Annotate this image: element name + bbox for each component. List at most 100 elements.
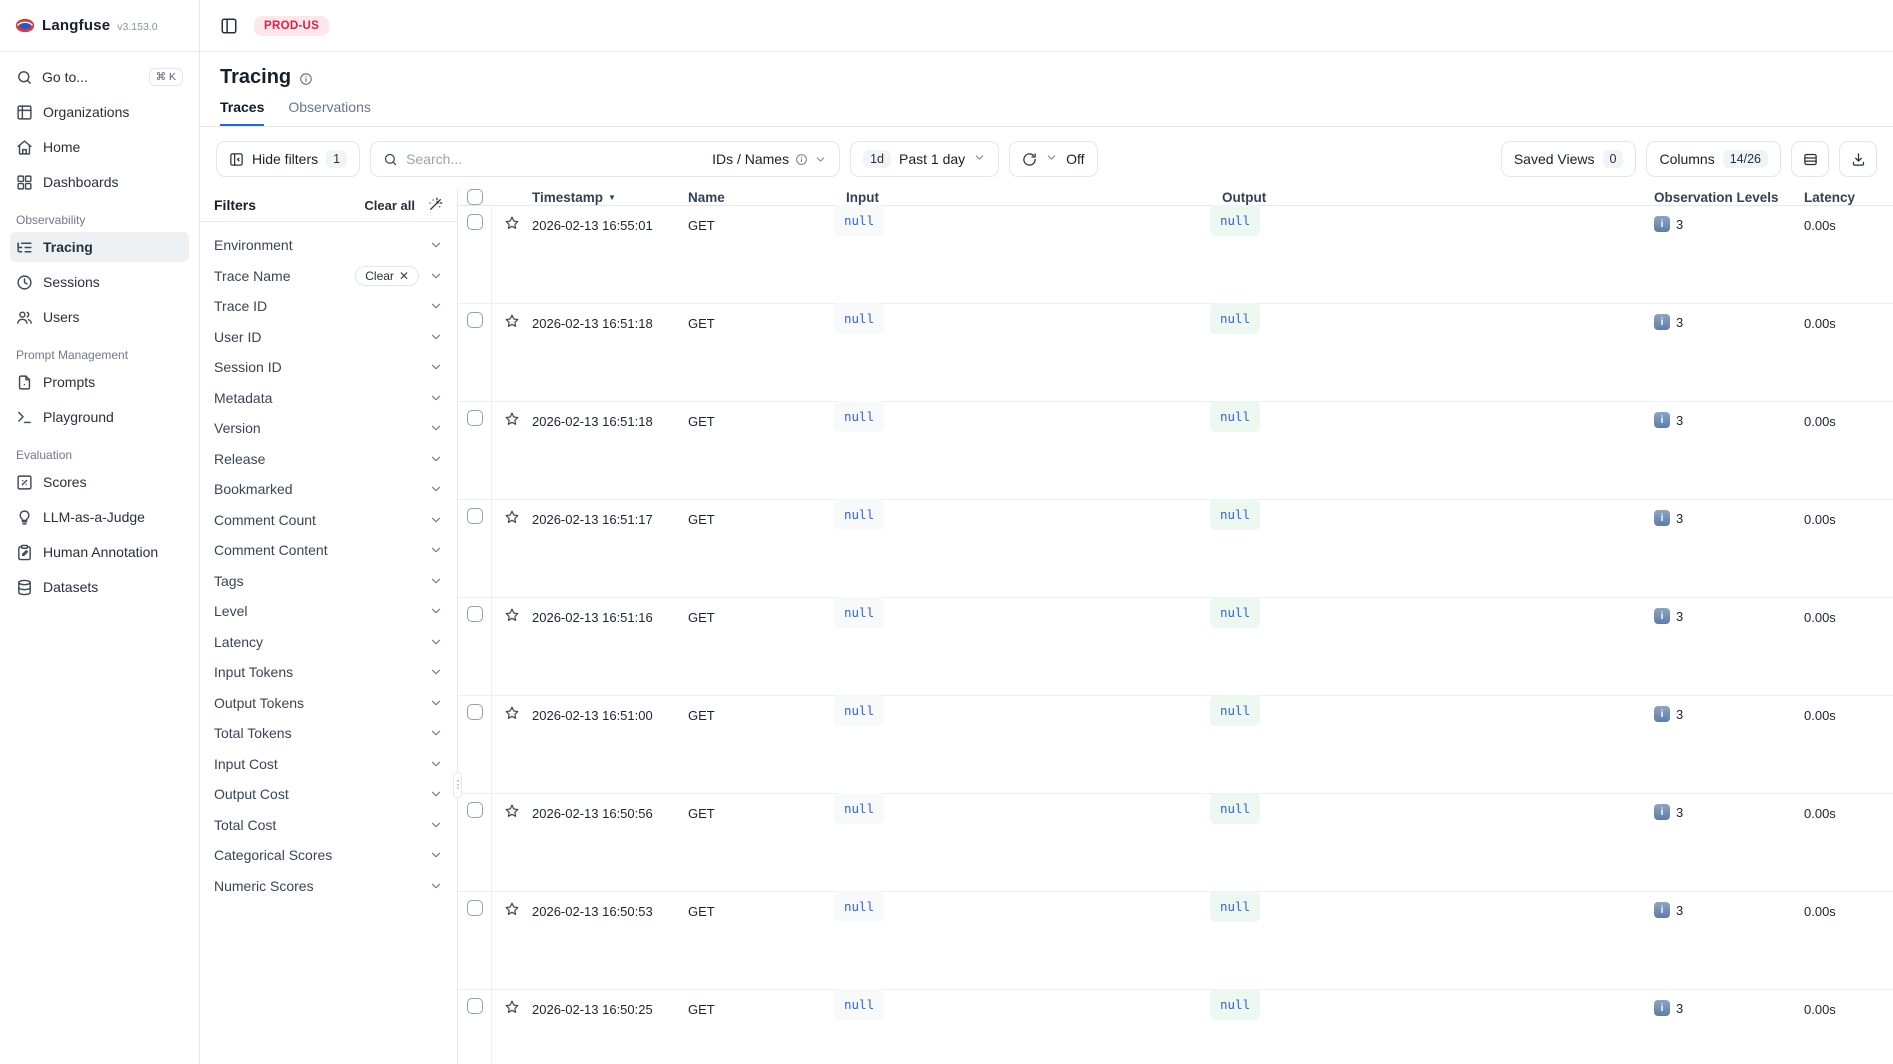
chevron-down-icon — [429, 360, 443, 374]
sidebar-item-tracing[interactable]: Tracing — [10, 232, 189, 262]
refresh-button[interactable]: Off — [1009, 141, 1097, 177]
filter-label: Level — [214, 603, 247, 619]
chevron-down-icon — [429, 482, 443, 496]
table-row[interactable]: 2026-02-13 16:51:00 GET null null i 3 0.… — [458, 696, 1893, 794]
row-checkbox[interactable] — [467, 606, 483, 622]
name-cell: GET — [688, 304, 834, 331]
sidebar-item-playground[interactable]: Playground — [10, 402, 189, 432]
sidebar-item-human-annotation[interactable]: Human Annotation — [10, 537, 189, 567]
tab-observations[interactable]: Observations — [288, 99, 370, 126]
table-row[interactable]: 2026-02-13 16:51:16 GET null null i 3 0.… — [458, 598, 1893, 696]
bookmark-star-icon[interactable] — [504, 803, 520, 819]
wand-icon[interactable] — [427, 197, 443, 213]
close-icon[interactable]: ✕ — [399, 269, 409, 283]
row-checkbox[interactable] — [467, 900, 483, 916]
bookmark-star-icon[interactable] — [504, 607, 520, 623]
filter-label: Categorical Scores — [214, 847, 332, 863]
column-header-output[interactable]: Output — [1210, 190, 1654, 205]
observation-levels-cell: i 3 — [1654, 794, 1804, 820]
time-range-button[interactable]: 1d Past 1 day — [850, 141, 999, 177]
brand-row: Langfuse v3.153.0 — [0, 0, 199, 52]
table-row[interactable]: 2026-02-13 16:51:18 GET null null i 3 0.… — [458, 402, 1893, 500]
sidebar-item-llm-as-a-judge[interactable]: LLM-as-a-Judge — [10, 502, 189, 532]
filter-clear-chip[interactable]: Clear✕ — [355, 266, 419, 286]
column-header-latency[interactable]: Latency — [1804, 190, 1893, 205]
sidebar-item-datasets[interactable]: Datasets — [10, 572, 189, 602]
llm-judge-icon — [16, 509, 33, 526]
tab-bar: Traces Observations — [200, 89, 1893, 127]
sidebar-item-organizations[interactable]: Organizations — [10, 97, 189, 127]
sidebar-item-prompts[interactable]: Prompts — [10, 367, 189, 397]
row-checkbox[interactable] — [467, 410, 483, 426]
output-cell: null — [1210, 303, 1260, 334]
export-button[interactable] — [1839, 141, 1877, 177]
observation-count: 3 — [1676, 609, 1683, 624]
table-header-row: Timestamp ▼ Name Input Output Observatio… — [458, 189, 1893, 206]
main-area: PROD-US Tracing Traces Observations Hide… — [200, 0, 1893, 1064]
row-height-button[interactable] — [1791, 141, 1829, 177]
row-checkbox[interactable] — [467, 214, 483, 230]
search-scope-dropdown[interactable]: IDs / Names — [712, 151, 827, 167]
hide-filters-button[interactable]: Hide filters 1 — [216, 141, 360, 177]
sidebar-toggle-button[interactable] — [216, 13, 242, 39]
row-checkbox[interactable] — [467, 508, 483, 524]
name-cell: GET — [688, 892, 834, 919]
column-header-name[interactable]: Name — [688, 190, 834, 205]
goto-button[interactable]: Go to... ⌘ K — [10, 62, 189, 92]
sidebar-item-sessions[interactable]: Sessions — [10, 267, 189, 297]
langfuse-logo-icon — [15, 18, 35, 33]
app-root: Langfuse v3.153.0 Go to... ⌘ K Organizat… — [0, 0, 1893, 1064]
level-info-badge-icon: i — [1654, 902, 1670, 918]
table-row[interactable]: 2026-02-13 16:50:53 GET null null i 3 0.… — [458, 892, 1893, 990]
playground-icon — [16, 409, 33, 426]
bookmark-star-icon[interactable] — [504, 215, 520, 231]
sidebar-item-scores[interactable]: Scores — [10, 467, 189, 497]
row-checkbox[interactable] — [467, 704, 483, 720]
observation-count: 3 — [1676, 805, 1683, 820]
clear-all-filters-button[interactable]: Clear all — [364, 198, 415, 213]
environment-badge[interactable]: PROD-US — [254, 16, 329, 36]
sessions-icon — [16, 274, 33, 291]
input-cell: null — [834, 793, 884, 824]
chevron-down-icon — [429, 543, 443, 557]
bookmark-star-icon[interactable] — [504, 999, 520, 1015]
sidebar-nav: Organizations Home Dashboards — [10, 97, 189, 602]
table-row[interactable]: 2026-02-13 16:50:56 GET null null i 3 0.… — [458, 794, 1893, 892]
chevron-down-icon — [429, 757, 443, 771]
search-input[interactable] — [406, 151, 704, 167]
saved-views-button[interactable]: Saved Views 0 — [1501, 141, 1637, 177]
bookmark-star-icon[interactable] — [504, 901, 520, 917]
sidebar-item-users[interactable]: Users — [10, 302, 189, 332]
latency-cell: 0.00s — [1804, 990, 1893, 1017]
bookmark-star-icon[interactable] — [504, 411, 520, 427]
columns-button[interactable]: Columns 14/26 — [1646, 141, 1781, 177]
name-cell: GET — [688, 500, 834, 527]
row-checkbox[interactable] — [467, 998, 483, 1014]
panel-resize-handle[interactable]: ⋮ — [453, 772, 462, 798]
column-header-observation-levels[interactable]: Observation Levels — [1654, 190, 1804, 205]
tab-traces[interactable]: Traces — [220, 99, 264, 126]
table-row[interactable]: 2026-02-13 16:50:25 GET null null i 3 0.… — [458, 990, 1893, 1064]
chevron-down-icon — [429, 574, 443, 588]
latency-cell: 0.00s — [1804, 206, 1893, 233]
search-scope-label: IDs / Names — [712, 151, 789, 167]
output-cell: null — [1210, 401, 1260, 432]
timestamp-cell: 2026-02-13 16:51:00 — [532, 696, 688, 723]
chevron-down-icon — [429, 452, 443, 466]
bookmark-star-icon[interactable] — [504, 313, 520, 329]
bookmark-star-icon[interactable] — [504, 509, 520, 525]
column-header-input[interactable]: Input — [834, 190, 1210, 205]
select-all-checkbox[interactable] — [467, 189, 483, 205]
table-row[interactable]: 2026-02-13 16:51:17 GET null null i 3 0.… — [458, 500, 1893, 598]
bookmark-star-icon[interactable] — [504, 705, 520, 721]
table-row[interactable]: 2026-02-13 16:51:18 GET null null i 3 0.… — [458, 304, 1893, 402]
sidebar-item-dashboards[interactable]: Dashboards — [10, 167, 189, 197]
latency-cell: 0.00s — [1804, 500, 1893, 527]
sidebar-item-home[interactable]: Home — [10, 132, 189, 162]
info-icon[interactable] — [299, 72, 313, 86]
row-checkbox[interactable] — [467, 802, 483, 818]
column-header-timestamp[interactable]: Timestamp ▼ — [532, 190, 688, 205]
table-row[interactable]: 2026-02-13 16:55:01 GET null null i 3 0.… — [458, 206, 1893, 304]
row-checkbox[interactable] — [467, 312, 483, 328]
name-cell: GET — [688, 206, 834, 233]
